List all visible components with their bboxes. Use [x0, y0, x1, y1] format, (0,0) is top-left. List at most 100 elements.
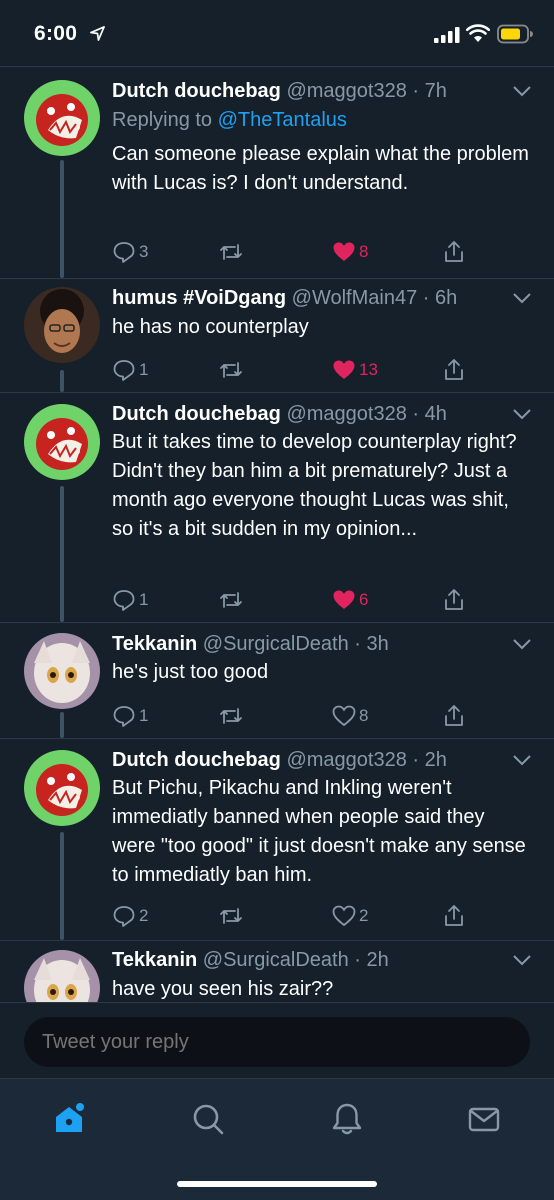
tweet-divider [0, 278, 554, 279]
heart-filled-icon [333, 360, 355, 379]
chevron-down-icon[interactable] [512, 954, 532, 966]
reply-button[interactable]: 2 [112, 902, 148, 930]
chevron-down-icon[interactable] [512, 292, 532, 304]
messages-envelope-icon[interactable] [466, 1101, 502, 1137]
share-button[interactable] [442, 586, 466, 614]
tweet-text: he's just too good [112, 661, 269, 683]
reply-bar [0, 1002, 554, 1078]
display-name[interactable]: Dutch douchebag [112, 749, 281, 771]
tweet-text: have you seen his zair?? [112, 978, 334, 1000]
thread-line [60, 712, 64, 738]
avatar[interactable] [24, 633, 100, 709]
user-handle[interactable]: @SurgicalDeath [203, 949, 349, 971]
home-icon[interactable] [51, 1101, 87, 1137]
like-button[interactable]: 13 [332, 356, 378, 384]
heart-outline-icon [332, 905, 356, 927]
retweet-button[interactable] [219, 356, 246, 384]
like-button[interactable]: 6 [332, 586, 368, 614]
avatar[interactable] [24, 287, 100, 363]
tweet-text: he has no counterplay [112, 316, 309, 338]
header-divider [0, 66, 554, 67]
retweet-button[interactable] [219, 238, 246, 266]
reply-icon [113, 590, 135, 611]
tweet-reply-input[interactable] [24, 1017, 530, 1067]
tweet-text: But Pichu, Pikachu and Inkling weren't i… [112, 777, 526, 886]
status-time: 6:00 [34, 22, 78, 45]
user-handle[interactable]: @maggot328 [286, 80, 406, 102]
home-indicator[interactable] [177, 1181, 377, 1187]
tweet-time: · 2h [412, 749, 447, 771]
reply-icon [113, 906, 135, 927]
tweet-text: But it takes time to develop counterplay… [112, 431, 517, 540]
user-handle[interactable]: @maggot328 [286, 749, 406, 771]
retweet-button[interactable] [219, 902, 246, 930]
retweet-icon [220, 244, 242, 260]
reply-button[interactable]: 1 [112, 586, 148, 614]
tweet-time: · 6h [422, 287, 458, 309]
tweet-text: Can someone please explain what the prob… [112, 143, 529, 194]
user-handle[interactable]: @SurgicalDeath [203, 633, 349, 655]
notifications-bell-icon[interactable] [329, 1101, 365, 1137]
share-icon [445, 359, 463, 380]
heart-filled-icon [333, 242, 355, 261]
reply-count: 3 [139, 242, 149, 261]
like-count: 8 [359, 706, 369, 725]
user-handle[interactable]: @maggot328 [286, 403, 406, 425]
location-arrow-icon [90, 26, 105, 41]
search-icon[interactable] [190, 1101, 226, 1137]
user-handle[interactable]: @WolfMain47 [292, 287, 418, 309]
battery-icon [497, 24, 533, 44]
reply-button[interactable]: 1 [112, 356, 148, 384]
reply-count: 1 [139, 590, 149, 609]
chevron-down-icon[interactable] [512, 638, 532, 650]
tweet-header: Tekkanin @SurgicalDeath · 3h [112, 631, 389, 657]
tweet-header: Tekkanin @SurgicalDeath · 2h [112, 947, 389, 973]
tweet-time: · 4h [412, 403, 447, 425]
tweet-header: Dutch douchebag @maggot328 · 2h [112, 747, 447, 773]
like-button[interactable]: 2 [332, 902, 368, 930]
display-name[interactable]: Dutch douchebag [112, 403, 281, 425]
tweet-actions: 2 2 [112, 902, 532, 930]
retweet-icon [220, 362, 242, 378]
heart-filled-icon [333, 590, 355, 609]
tweet-time: · 7h [412, 80, 447, 102]
reply-button[interactable]: 1 [112, 702, 148, 730]
status-bar: 6:00 [0, 0, 554, 66]
chevron-down-icon[interactable] [512, 408, 532, 420]
tweet-divider [0, 940, 554, 941]
avatar[interactable] [24, 404, 100, 480]
tweet-actions: 1 13 [112, 356, 532, 384]
chevron-down-icon[interactable] [512, 85, 532, 97]
tweet-time: · 3h [354, 633, 389, 655]
tweet-divider [0, 392, 554, 393]
thread-line [60, 160, 64, 278]
tweet-actions: 3 8 [112, 238, 532, 266]
like-button[interactable]: 8 [332, 238, 368, 266]
display-name[interactable]: Dutch douchebag [112, 80, 281, 102]
avatar[interactable] [24, 80, 100, 156]
share-icon [445, 905, 463, 926]
share-button[interactable] [442, 902, 466, 930]
retweet-button[interactable] [219, 702, 246, 730]
like-button[interactable]: 8 [332, 702, 368, 730]
thread-line [60, 370, 64, 392]
display-name[interactable]: humus #VoiDgang [112, 287, 286, 309]
avatar[interactable] [24, 750, 100, 826]
display-name[interactable]: Tekkanin [112, 949, 197, 971]
like-count: 2 [359, 906, 369, 925]
share-icon [445, 705, 463, 726]
chevron-down-icon[interactable] [512, 754, 532, 766]
share-button[interactable] [442, 238, 466, 266]
display-name[interactable]: Tekkanin [112, 633, 197, 655]
like-count: 6 [359, 590, 369, 609]
retweet-icon [220, 908, 242, 924]
share-button[interactable] [442, 702, 466, 730]
reply-button[interactable]: 3 [112, 238, 148, 266]
reply-icon [113, 242, 135, 263]
retweet-button[interactable] [219, 586, 246, 614]
replying-to-link[interactable]: @TheTantalus [218, 109, 347, 131]
share-button[interactable] [442, 356, 466, 384]
share-icon [445, 589, 463, 610]
tweet-header: Dutch douchebag @maggot328 · 7h [112, 78, 447, 104]
retweet-icon [220, 592, 242, 608]
